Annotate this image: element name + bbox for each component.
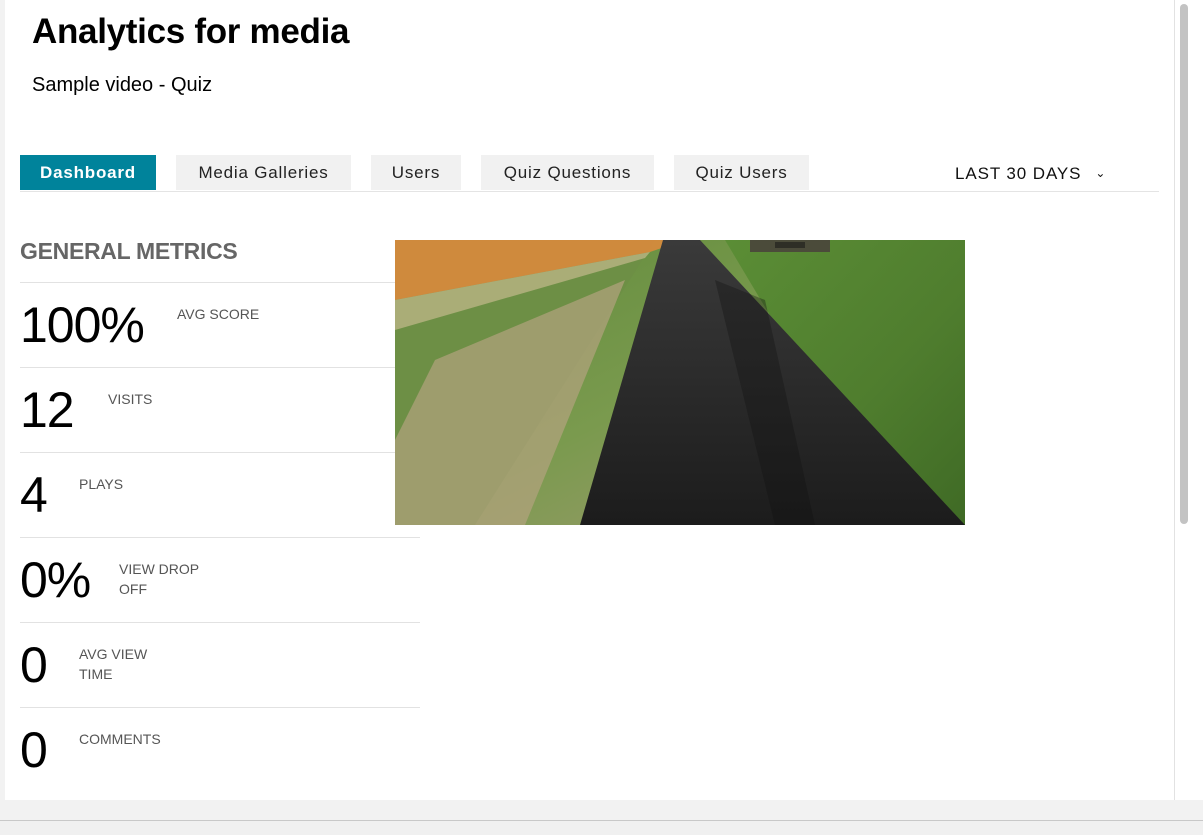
metric-label: VIEW DROP OFF: [119, 561, 199, 597]
metric-view-drop-off: 0% VIEW DROP OFF: [20, 537, 420, 622]
metric-label: PLAYS: [79, 476, 124, 492]
path-scene-image: [395, 240, 965, 525]
page-title: Analytics for media: [32, 12, 350, 51]
metric-avg-view-time: 0 AVG VIEW TIME: [20, 622, 420, 707]
metric-label: COMMENTS: [79, 731, 161, 747]
tab-users[interactable]: Users: [371, 155, 461, 190]
tab-bar: Dashboard Media Galleries Users Quiz Que…: [20, 155, 1159, 192]
window-bottom-bar: [0, 820, 1203, 835]
analytics-page: Analytics for media Sample video - Quiz …: [5, 0, 1174, 800]
metric-value: 0: [20, 637, 48, 693]
metric-label: AVG VIEW TIME: [79, 646, 148, 682]
metric-value: 100%: [20, 297, 145, 353]
date-range-dropdown[interactable]: LAST 30 DAYS ⌄: [955, 155, 1106, 190]
metric-label: VISITS: [108, 391, 153, 407]
metric-value: 12: [20, 382, 75, 438]
metric-label: AVG SCORE: [177, 306, 260, 322]
metric-plays: 4 PLAYS: [20, 452, 420, 537]
metric-comments: 0 COMMENTS: [20, 707, 420, 792]
tab-quiz-users[interactable]: Quiz Users: [674, 155, 809, 190]
tab-quiz-questions[interactable]: Quiz Questions: [481, 155, 654, 190]
metric-value: 0%: [20, 552, 91, 608]
general-metrics-title: GENERAL METRICS: [20, 238, 238, 264]
tab-media-galleries[interactable]: Media Galleries: [176, 155, 351, 190]
tab-dashboard[interactable]: Dashboard: [20, 155, 156, 190]
date-range-label: LAST 30 DAYS: [955, 164, 1082, 183]
metric-visits: 12 VISITS: [20, 367, 420, 452]
metrics-list: 100% AVG SCORE 12 VISITS 4 PLAYS 0% VIEW…: [20, 282, 420, 792]
metric-avg-score: 100% AVG SCORE: [20, 282, 420, 367]
metric-value: 0: [20, 722, 48, 778]
metric-value: 4: [20, 467, 48, 523]
media-subtitle: Sample video - Quiz: [32, 74, 213, 96]
chevron-down-icon: ⌄: [1095, 166, 1107, 180]
scrollbar-thumb[interactable]: [1180, 4, 1188, 524]
video-thumbnail[interactable]: [395, 240, 965, 525]
vertical-scrollbar[interactable]: [1174, 0, 1203, 800]
